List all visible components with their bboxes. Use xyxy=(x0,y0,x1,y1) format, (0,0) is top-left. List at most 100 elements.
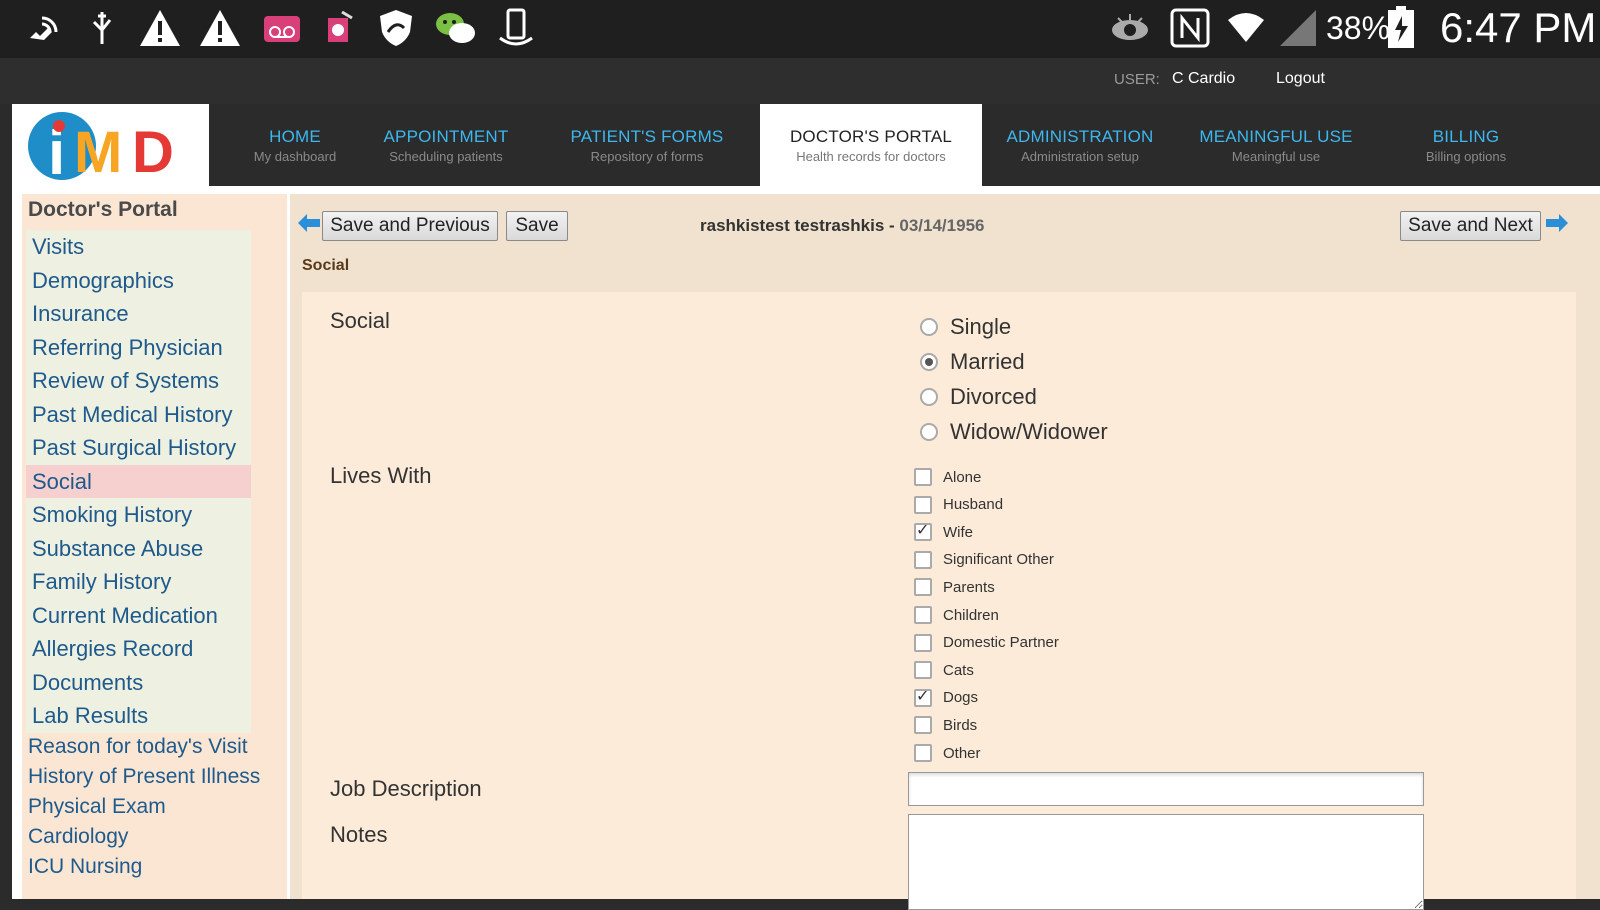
social-form: Social Single Married Divorced Widow/Wid… xyxy=(302,292,1576,910)
sidebar-item-cardiology[interactable]: Cardiology xyxy=(28,822,260,852)
radio-married[interactable]: Married xyxy=(920,349,1025,375)
checkbox-significant-other[interactable]: Significant Other xyxy=(914,550,1054,569)
nav-title: MEANINGFUL USE xyxy=(1199,126,1353,146)
voicemail-icon xyxy=(260,8,304,48)
job-description-input[interactable] xyxy=(908,772,1424,806)
checkbox-label: Birds xyxy=(943,716,978,734)
nav-doctors-portal[interactable]: DOCTOR'S PORTAL Health records for docto… xyxy=(760,104,982,186)
sidebar-item-allergies-record[interactable]: Allergies Record xyxy=(26,632,251,666)
user-label: USER: xyxy=(1114,71,1160,88)
checkbox[interactable] xyxy=(914,686,932,707)
svg-text:D: D xyxy=(132,120,174,185)
checkbox[interactable] xyxy=(914,550,932,569)
radio-widow-widower[interactable]: Widow/Widower xyxy=(920,419,1108,445)
main-content: Save and Previous Save rashkistest testr… xyxy=(290,194,1600,910)
wifi-call-icon xyxy=(20,8,64,48)
checkbox-alone[interactable]: Alone xyxy=(914,468,981,486)
checkbox-dogs[interactable]: Dogs xyxy=(914,686,978,707)
nav-title: PATIENT'S FORMS xyxy=(570,126,724,146)
sidebar-item-icu-nursing[interactable]: ICU Nursing xyxy=(28,852,260,882)
nav-title: HOME xyxy=(269,126,321,146)
nav-appointment[interactable]: APPOINTMENT Scheduling patients xyxy=(370,104,522,186)
lives-with-label: Lives With xyxy=(330,463,432,488)
sidebar-item-demographics[interactable]: Demographics xyxy=(26,264,251,298)
checkbox-label: Significant Other xyxy=(943,551,1054,569)
user-bar: USER: C Cardio Logout xyxy=(0,58,1600,104)
sidebar-item-past-medical-history[interactable]: Past Medical History xyxy=(26,398,251,432)
nav-meaningful-use[interactable]: MEANINGFUL USE Meaningful use xyxy=(1196,104,1356,186)
nav-title: DOCTOR'S PORTAL xyxy=(789,126,953,146)
checkbox-label: Children xyxy=(943,606,999,624)
nav-subtitle: Billing options xyxy=(1425,148,1507,164)
wifi-icon xyxy=(1224,8,1268,48)
sidebar-item-current-medication[interactable]: Current Medication xyxy=(26,599,251,633)
nav-administration[interactable]: ADMINISTRATION Administration setup xyxy=(1002,104,1158,186)
checkbox[interactable] xyxy=(914,468,932,486)
nav-billing[interactable]: BILLING Billing options xyxy=(1414,104,1518,186)
sidebar-item-review-of-systems[interactable]: Review of Systems xyxy=(26,364,251,398)
wechat-icon xyxy=(434,8,478,48)
radio-single[interactable]: Single xyxy=(920,314,1011,340)
logout-link[interactable]: Logout xyxy=(1276,70,1325,88)
save-and-next-button[interactable]: Save and Next xyxy=(1400,211,1541,241)
checkbox[interactable] xyxy=(914,633,932,652)
radio-button[interactable] xyxy=(920,388,938,406)
checkbox-label: Husband xyxy=(943,496,1004,514)
checkbox-domestic-partner[interactable]: Domestic Partner xyxy=(914,633,1059,652)
checkbox-birds[interactable]: Birds xyxy=(914,716,978,735)
checkbox-label: Cats xyxy=(943,661,974,679)
checkbox[interactable] xyxy=(914,520,932,542)
sidebar-menu: Visits Demographics Insurance Referring … xyxy=(26,230,251,733)
save-button[interactable]: Save xyxy=(506,211,568,241)
sidebar-item-smoking-history[interactable]: Smoking History xyxy=(26,498,251,532)
checkbox-other[interactable]: Other xyxy=(914,744,981,762)
radio-label: Single xyxy=(950,314,1012,339)
checkbox[interactable] xyxy=(914,495,932,514)
radio-button[interactable] xyxy=(920,318,938,336)
sidebar-item-physical-exam[interactable]: Physical Exam xyxy=(28,792,260,822)
imd-logo[interactable]: i M D xyxy=(12,104,209,188)
radio-label: Widow/Widower xyxy=(950,419,1108,444)
nav-patients-forms[interactable]: PATIENT'S FORMS Repository of forms xyxy=(558,104,736,186)
sidebar-item-referring-physician[interactable]: Referring Physician xyxy=(26,331,251,365)
sidebar-item-insurance[interactable]: Insurance xyxy=(26,297,251,331)
save-and-previous-button[interactable]: Save and Previous xyxy=(322,211,498,241)
nav-title: ADMINISTRATION xyxy=(1006,126,1154,146)
main-nav: i M D HOME My dashboard APPOINTMENT Sche… xyxy=(0,104,1600,188)
checkbox-children[interactable]: Children xyxy=(914,606,999,624)
checkbox-parents[interactable]: Parents xyxy=(914,578,995,597)
sidebar-item-substance-abuse[interactable]: Substance Abuse xyxy=(26,532,251,566)
sidebar-item-family-history[interactable]: Family History xyxy=(26,565,251,599)
next-arrow-icon[interactable] xyxy=(1546,212,1568,238)
checkbox[interactable] xyxy=(914,578,932,597)
checkbox[interactable] xyxy=(914,606,932,624)
radio-divorced[interactable]: Divorced xyxy=(920,384,1037,410)
sidebar-item-past-surgical-history[interactable]: Past Surgical History xyxy=(26,431,251,465)
app-icon xyxy=(316,8,360,48)
checkbox[interactable] xyxy=(914,716,932,735)
sidebar-title: Doctor's Portal xyxy=(28,198,178,221)
usb-icon xyxy=(80,8,124,48)
sidebar-item-social[interactable]: Social xyxy=(26,464,251,498)
notes-textarea[interactable] xyxy=(908,814,1424,910)
sidebar-item-history-of-present-illness[interactable]: History of Present Illness xyxy=(28,762,260,792)
checkbox-label: Alone xyxy=(943,468,982,486)
sidebar-item-visits[interactable]: Visits xyxy=(26,230,251,264)
checkbox-label: Parents xyxy=(943,578,995,596)
notes-label: Notes xyxy=(330,822,388,847)
radio-button[interactable] xyxy=(920,423,938,441)
sidebar-item-reason-for-visit[interactable]: Reason for today's Visit xyxy=(28,732,260,762)
checkbox[interactable] xyxy=(914,661,932,680)
checkbox[interactable] xyxy=(914,744,932,762)
clock: 6:47 PM xyxy=(1440,4,1597,51)
previous-arrow-icon[interactable] xyxy=(298,212,320,238)
checkbox-cats[interactable]: Cats xyxy=(914,661,974,680)
nav-subtitle: Health records for doctors xyxy=(796,148,946,164)
checkbox-wife[interactable]: Wife xyxy=(914,520,973,542)
sidebar-item-lab-results[interactable]: Lab Results xyxy=(26,699,251,733)
sidebar-item-documents[interactable]: Documents xyxy=(26,666,251,700)
user-name: C Cardio xyxy=(1172,70,1236,87)
checkbox-husband[interactable]: Husband xyxy=(914,495,1004,514)
radio-button[interactable] xyxy=(920,353,938,371)
nav-home[interactable]: HOME My dashboard xyxy=(238,104,352,186)
